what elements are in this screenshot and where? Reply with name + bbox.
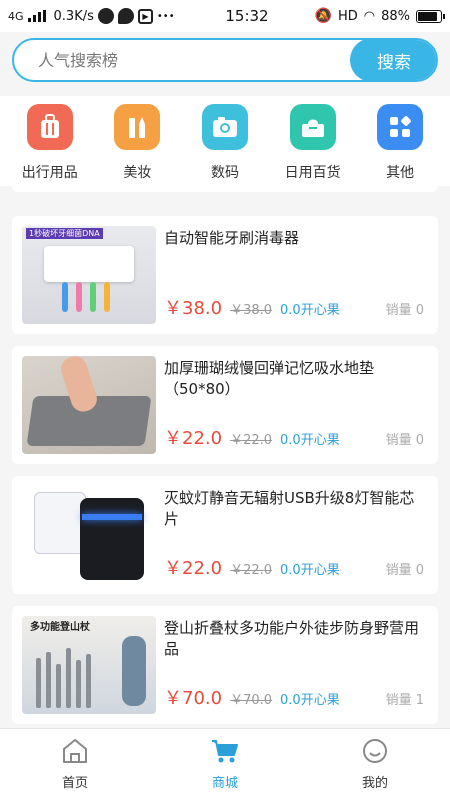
bottom-nav: 首页 商城 我的	[0, 728, 450, 800]
category-label: 数码	[210, 165, 239, 181]
nav-profile[interactable]: 我的	[300, 729, 450, 800]
cart-icon	[212, 740, 238, 763]
category-label: 其他	[386, 165, 415, 181]
search-input[interactable]	[14, 40, 350, 80]
mosquito-lamp-image	[22, 486, 156, 584]
category-label: 出行用品	[21, 165, 78, 181]
sales-count: 销量 0	[385, 433, 424, 448]
wifi-icon: ◠	[363, 8, 376, 24]
original-price: ￥38.0	[230, 303, 273, 318]
sales-count: 销量 0	[385, 563, 424, 578]
signal-icon	[27, 10, 46, 22]
camera-icon	[201, 104, 248, 150]
product-price: ￥22.0	[164, 428, 223, 449]
network-type: 4G	[8, 9, 24, 23]
product-title: 登山折叠杖多功能户外徒步防身野营用品	[164, 619, 420, 658]
category-digital[interactable]: 数码	[181, 96, 269, 186]
happy-points: 0.0开心果	[280, 433, 340, 448]
play-icon: ▶	[137, 8, 153, 24]
luggage-icon	[26, 104, 73, 150]
image-caption: 多功能登山杖	[30, 622, 90, 633]
category-other[interactable]: 其他	[356, 96, 444, 186]
clock: 15:32	[225, 7, 269, 25]
category-label: 日用百货	[284, 165, 341, 181]
product-price: ￥22.0	[164, 558, 223, 579]
status-bar: 4G 0.3K/s ▶ ••• 15:32 🔕 HD ◠ 88%	[0, 0, 450, 32]
search-button[interactable]: 搜索	[350, 40, 436, 80]
category-label: 美妆	[123, 165, 152, 181]
product-price: ￥70.0	[164, 688, 223, 709]
battery-fill	[418, 11, 438, 21]
category-travel[interactable]: 出行用品	[6, 96, 94, 186]
grid-icon	[377, 104, 424, 150]
category-row: 出行用品 美妆 数码 日用百货 其他	[0, 96, 450, 186]
sales-count: 销量 1	[385, 693, 424, 708]
nav-mall[interactable]: 商城	[150, 729, 300, 800]
product-card[interactable]: 1秒破坏牙细菌DNA 自动智能牙刷消毒器 ￥38.0 ￥38.0 0.0开心果 …	[12, 216, 438, 334]
battery-percent: 88%	[381, 8, 410, 24]
toothbrush-sterilizer-image: 1秒破坏牙细菌DNA	[22, 226, 156, 324]
sales-count: 销量 0	[385, 303, 424, 318]
original-price: ￥70.0	[230, 693, 273, 708]
tissue-box-icon	[289, 104, 336, 150]
original-price: ￥22.0	[230, 563, 273, 578]
product-card[interactable]: 灭蚊灯静音无辐射USB升级8灯智能芯片 ￥22.0 ￥22.0 0.0开心果 销…	[12, 476, 438, 594]
original-price: ￥22.0	[230, 433, 273, 448]
product-title: 加厚珊瑚绒慢回弹记忆吸水地垫（50*80）	[164, 359, 375, 398]
floor-mat-image	[22, 356, 156, 454]
planet-icon	[97, 8, 114, 24]
lipstick-icon	[114, 104, 161, 150]
category-makeup[interactable]: 美妆	[94, 96, 182, 186]
product-card[interactable]: 多功能登山杖 登山折叠杖多功能户外徒步防身野营用品 ￥70.0 ￥70.0 0.…	[12, 606, 438, 724]
happy-points: 0.0开心果	[280, 303, 340, 318]
product-title: 自动智能牙刷消毒器	[164, 229, 300, 247]
nav-label: 商城	[211, 776, 238, 791]
mute-bell-icon: 🔕	[314, 8, 332, 24]
nav-label: 首页	[61, 776, 88, 791]
home-icon	[63, 739, 87, 763]
happy-points: 0.0开心果	[280, 693, 340, 708]
happy-points: 0.0开心果	[280, 563, 340, 578]
trekking-pole-image: 多功能登山杖	[22, 616, 156, 714]
nav-home[interactable]: 首页	[0, 729, 150, 800]
product-list[interactable]: 1秒破坏牙细菌DNA 自动智能牙刷消毒器 ￥38.0 ￥38.0 0.0开心果 …	[0, 186, 450, 728]
profile-icon	[363, 739, 387, 763]
hd-indicator: HD	[337, 8, 358, 24]
image-caption: 1秒破坏牙细菌DNA	[26, 228, 103, 239]
more-dots: •••	[156, 10, 175, 22]
chat-bubble-icon	[117, 8, 134, 24]
network-speed: 0.3K/s	[53, 8, 94, 24]
product-title: 灭蚊灯静音无辐射USB升级8灯智能芯片	[164, 489, 415, 528]
nav-label: 我的	[361, 776, 388, 791]
battery-icon	[416, 9, 445, 23]
category-daily[interactable]: 日用百货	[269, 96, 357, 186]
product-card[interactable]: 加厚珊瑚绒慢回弹记忆吸水地垫（50*80） ￥22.0 ￥22.0 0.0开心果…	[12, 346, 438, 464]
search-bar: 搜索	[12, 38, 438, 82]
product-card-partial	[12, 186, 438, 192]
product-price: ￥38.0	[164, 298, 223, 319]
